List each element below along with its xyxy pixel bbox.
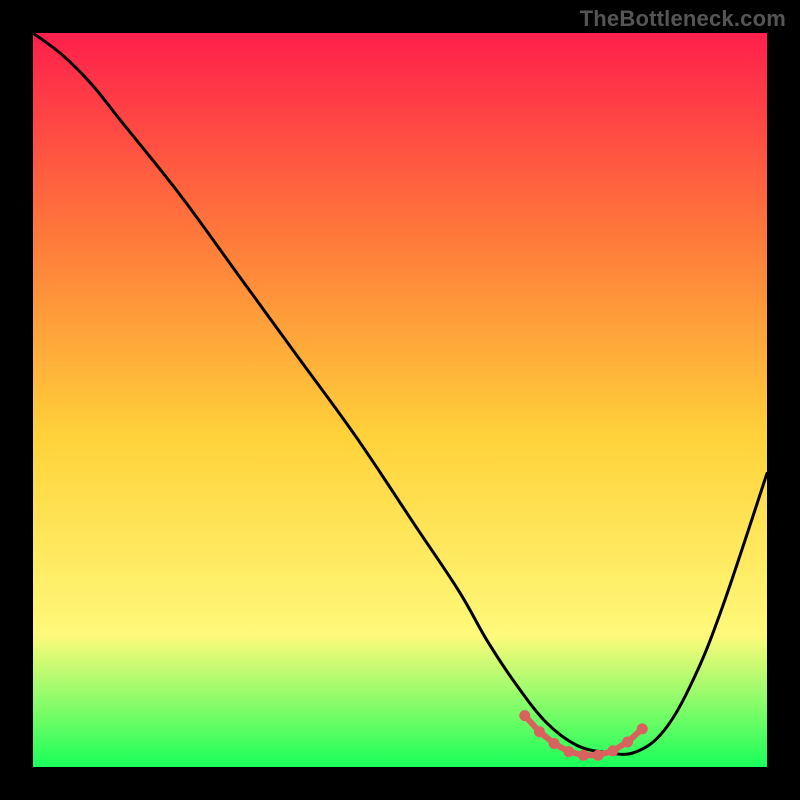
marker-dot	[607, 745, 618, 756]
marker-dot	[593, 750, 604, 761]
marker-dot	[563, 746, 574, 757]
marker-dot	[637, 723, 648, 734]
plot-svg	[33, 33, 767, 767]
plot-area	[33, 33, 767, 767]
marker-dot	[519, 710, 530, 721]
marker-dot	[549, 738, 560, 749]
marker-dot	[622, 737, 633, 748]
marker-dot	[578, 750, 589, 761]
watermark-text: TheBottleneck.com	[580, 6, 786, 32]
gradient-background	[33, 33, 767, 767]
chart-stage: TheBottleneck.com	[0, 0, 800, 800]
marker-dot	[534, 726, 545, 737]
